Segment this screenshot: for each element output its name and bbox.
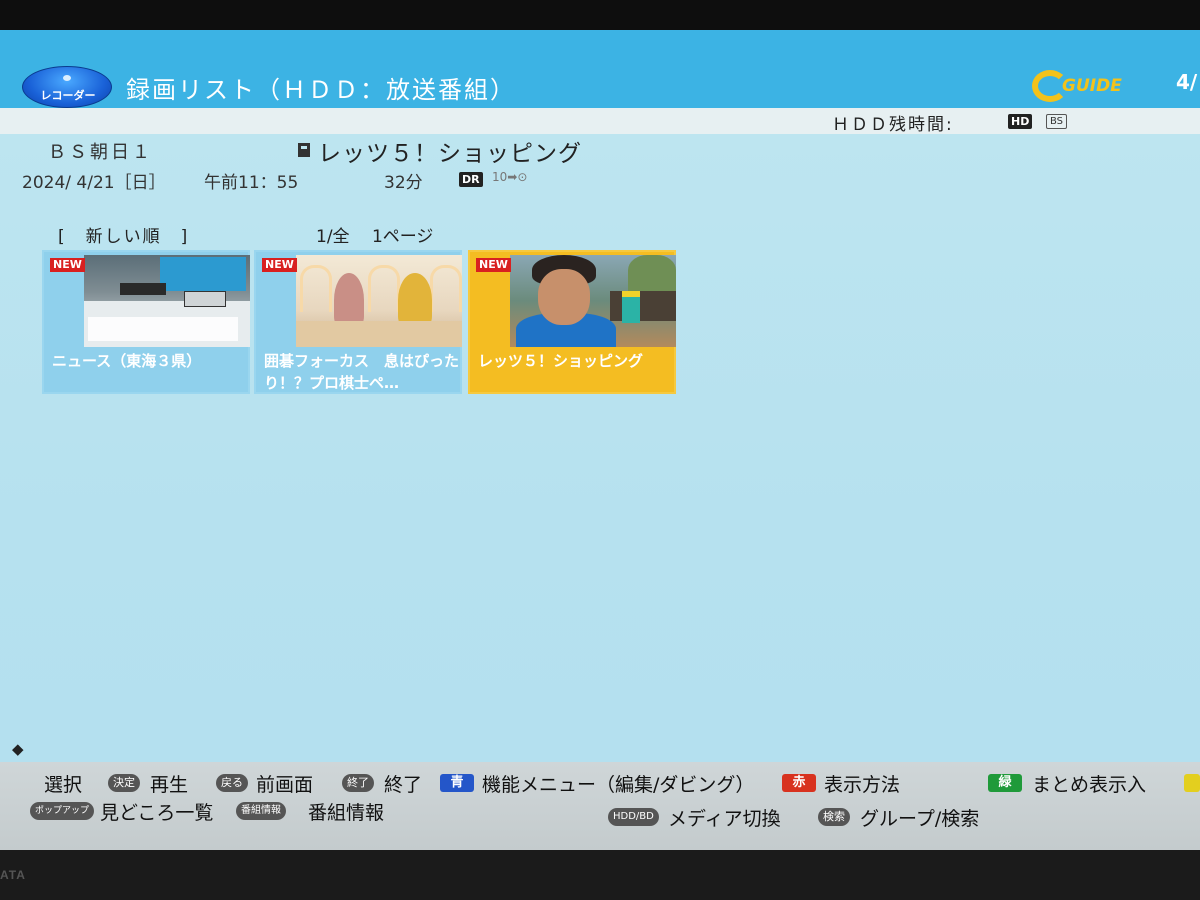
help-function-menu: 機能メニュー（編集/ダビング） — [482, 774, 755, 796]
help-prev-screen: 前画面 — [256, 774, 314, 796]
popup-key[interactable]: ポップアップ — [30, 802, 95, 820]
hdd-remaining-label: ＨＤＤ残時間: — [832, 115, 954, 135]
help-program-info: 番組情報 — [308, 802, 385, 824]
thumbnail-news — [84, 255, 250, 347]
thumb-head — [538, 269, 590, 325]
recording-duration: 32分 — [384, 173, 423, 193]
hd-badge: HD — [1008, 114, 1033, 129]
help-end: 終了 — [384, 774, 423, 796]
recording-card-2[interactable]: NEW 囲碁フォーカス 息はぴったり！？プロ棋士ペ… — [254, 250, 462, 394]
blue-key[interactable]: 青 — [440, 774, 474, 792]
thumb-guest — [398, 273, 432, 327]
search-key[interactable]: 検索 — [818, 808, 850, 826]
help-media-switch: メディア切換 — [668, 808, 781, 830]
help-display-method: 表示方法 — [824, 774, 901, 796]
page-indicator: 4/ — [1176, 70, 1198, 94]
help-highlights: 見どころ一覧 — [100, 802, 214, 824]
back-key[interactable]: 戻る — [216, 774, 248, 792]
disc-hole — [63, 75, 71, 81]
thumb-arch — [430, 265, 462, 312]
recorder-logo-label: レコーダー — [40, 89, 96, 102]
new-badge: NEW — [50, 258, 85, 272]
recording-title: レッツ５！ショッピング — [478, 352, 644, 370]
thumb-tree — [628, 255, 676, 293]
program-info-key[interactable]: 番組情報 — [236, 802, 286, 820]
media-key[interactable]: HDD/BD — [608, 808, 659, 826]
thumb-keyboard — [184, 291, 226, 307]
channel-name: ＢＳ朝日１ — [48, 142, 153, 163]
tv-brand: ATA — [0, 868, 26, 882]
red-key[interactable]: 赤 — [782, 774, 816, 792]
page-info: 1/全 1ページ — [316, 227, 434, 247]
thumbnail-igo — [296, 255, 462, 347]
dr-mode-badge: DR — [459, 172, 483, 187]
recorder-logo-icon: レコーダー — [22, 66, 112, 108]
thumb-arch — [368, 265, 400, 312]
program-title: レッツ５！ショッピング — [318, 141, 582, 167]
thumb-presenter — [334, 273, 364, 327]
help-select: 選択 — [44, 774, 83, 796]
thumb-screen — [160, 257, 246, 291]
yellow-key[interactable] — [1184, 774, 1200, 792]
tv-bezel-top — [0, 0, 1200, 30]
thumb-arch — [300, 265, 332, 312]
thumb-device — [120, 283, 166, 295]
program-info-icon — [298, 143, 310, 157]
thumb-caption — [88, 317, 238, 341]
thumb-product — [622, 291, 640, 323]
page-title: 録画リスト（ＨＤＤ：放送番組） — [126, 76, 516, 104]
thumb-temple — [610, 291, 676, 321]
new-badge: NEW — [476, 258, 511, 272]
help-group-search: グループ/検索 — [860, 808, 980, 830]
bs-badge: BS — [1046, 114, 1068, 129]
help-play: 再生 — [150, 774, 189, 796]
mode-conversion: 10➡⊙ — [492, 170, 528, 184]
recording-card-3[interactable]: NEW レッツ５！ショッピング — [468, 250, 676, 394]
sort-order-label[interactable]: [ 新しい順 ] — [58, 222, 189, 247]
help-group-display: まとめ表示入 — [1032, 774, 1147, 796]
dpad-icon: ◆ — [12, 740, 23, 758]
recording-title: 囲碁フォーカス 息はぴったり！？プロ棋士ペ… — [264, 352, 460, 392]
decide-key[interactable]: 決定 — [108, 774, 140, 792]
recording-card-1[interactable]: NEW ニュース（東海３県） — [42, 250, 250, 394]
gguide-logo: GUIDE — [1032, 70, 1122, 102]
gguide-label: GUIDE — [1062, 76, 1122, 96]
tv-screen: レコーダー 録画リスト（ＨＤＤ：放送番組） GUIDE 4/ ＨＤＤ残時間: H… — [0, 30, 1200, 850]
recording-title: ニュース（東海３県） — [52, 352, 202, 370]
recording-date: 2024/ 4/21［日］ — [22, 173, 166, 193]
thumb-desk — [296, 321, 462, 347]
thumbnail-shopping — [510, 255, 676, 347]
green-key[interactable]: 緑 — [988, 774, 1022, 792]
tv-bezel-bottom — [0, 850, 1200, 900]
recording-time: 午前11：55 — [204, 173, 299, 193]
new-badge: NEW — [262, 258, 297, 272]
end-key[interactable]: 終了 — [342, 774, 374, 792]
